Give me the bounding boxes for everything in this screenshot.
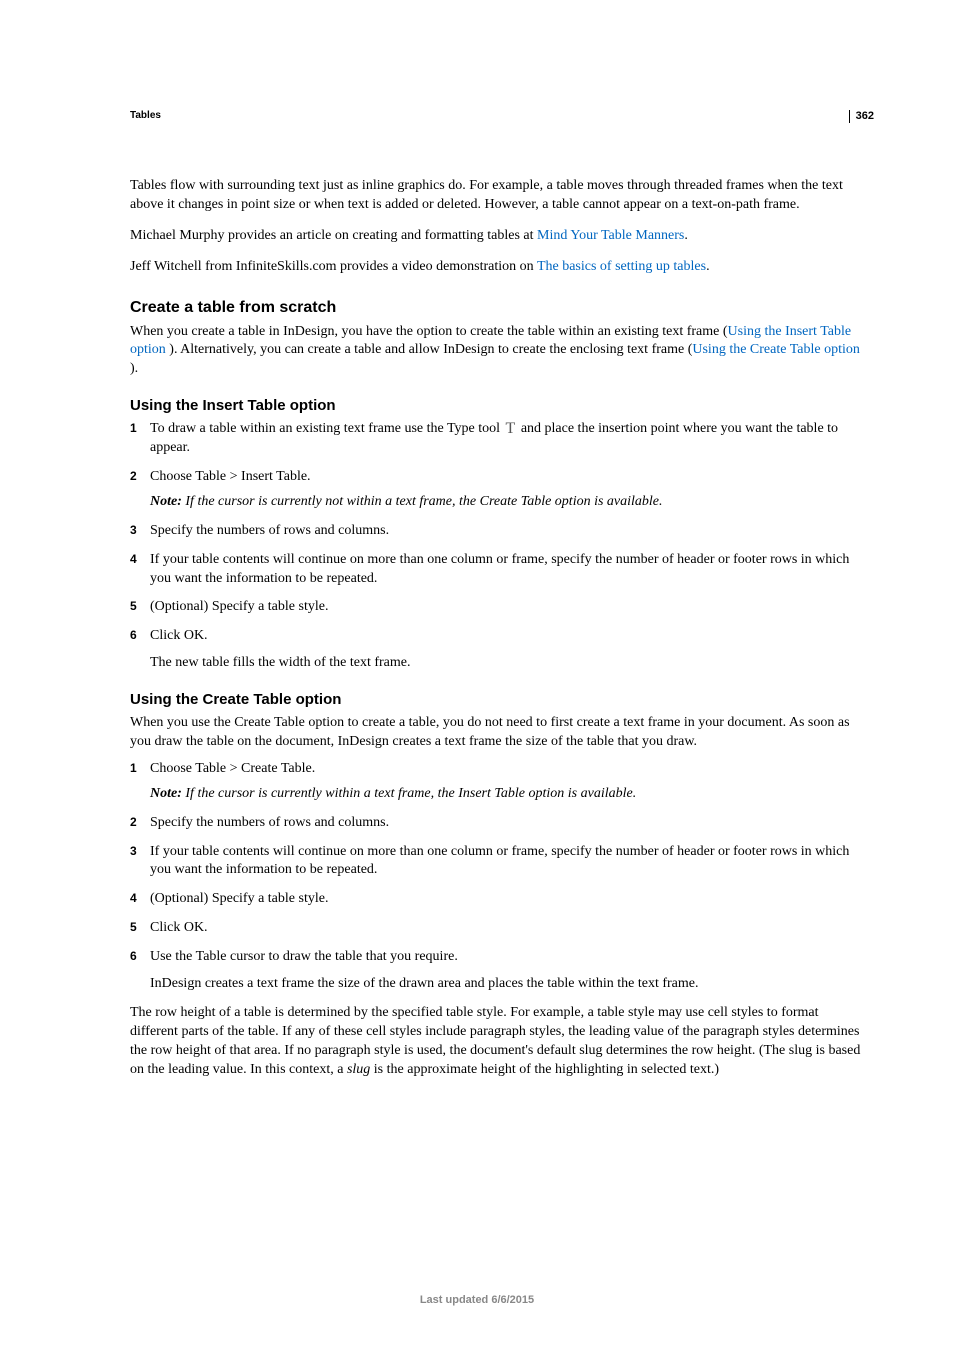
heading-using-insert-table: Using the Insert Table option — [130, 397, 864, 414]
create-table-intro: When you use the Create Table option to … — [130, 714, 864, 752]
text: is the approximate height of the highlig… — [370, 1062, 719, 1077]
heading-using-create-table: Using the Create Table option — [130, 691, 864, 708]
text: Michael Murphy provides an article on cr… — [130, 228, 537, 243]
page-number: 362 — [849, 110, 874, 123]
step-4: (Optional) Specify a table style. — [130, 890, 864, 909]
term-slug: slug — [347, 1062, 370, 1077]
text: Choose Table > Insert Table. — [150, 469, 311, 484]
running-head: Tables — [130, 110, 864, 121]
step-6-after: The new table fills the width of the tex… — [150, 654, 864, 673]
note-text: If the cursor is currently not within a … — [185, 494, 662, 509]
step-1: To draw a table within an existing text … — [130, 420, 864, 458]
link-basics-of-setting-up-tables[interactable]: The basics of setting up tables — [537, 259, 706, 274]
step-3: Specify the numbers of rows and columns. — [130, 522, 864, 541]
intro-paragraph-2: Michael Murphy provides an article on cr… — [130, 227, 864, 246]
intro-paragraph-1: Tables flow with surrounding text just a… — [130, 177, 864, 215]
step-5: Click OK. — [130, 919, 864, 938]
footer-last-updated: Last updated 6/6/2015 — [0, 1294, 954, 1306]
create-table-steps: Choose Table > Create Table. Note: If th… — [130, 760, 864, 994]
insert-table-steps: To draw a table within an existing text … — [130, 420, 864, 673]
text: Click OK. — [150, 628, 208, 643]
text: ). Alternatively, you can create a table… — [169, 342, 692, 357]
text: . — [706, 259, 710, 274]
text: Choose Table > Create Table. — [150, 761, 315, 776]
step-5: (Optional) Specify a table style. — [130, 598, 864, 617]
step-1: Choose Table > Create Table. Note: If th… — [130, 760, 864, 804]
heading-create-from-scratch: Create a table from scratch — [130, 299, 864, 317]
note-label: Note: — [150, 494, 185, 509]
step-2: Choose Table > Insert Table. Note: If th… — [130, 468, 864, 512]
step-6-after: InDesign creates a text frame the size o… — [150, 975, 864, 994]
link-mind-your-table-manners[interactable]: Mind Your Table Manners — [537, 228, 684, 243]
step-6: Click OK. The new table fills the width … — [130, 627, 864, 673]
type-tool-icon: T — [504, 421, 518, 437]
note: Note: If the cursor is currently within … — [150, 785, 864, 804]
step-3: If your table contents will continue on … — [130, 843, 864, 881]
create-from-scratch-body: When you create a table in InDesign, you… — [130, 323, 864, 380]
note: Note: If the cursor is currently not wit… — [150, 493, 864, 512]
step-6: Use the Table cursor to draw the table t… — [130, 948, 864, 994]
step-4: If your table contents will continue on … — [130, 551, 864, 589]
text: ). — [130, 361, 138, 376]
text: . — [684, 228, 688, 243]
link-using-create-table-option[interactable]: Using the Create Table option — [692, 342, 860, 357]
text: To draw a table within an existing text … — [150, 421, 504, 436]
text: Use the Table cursor to draw the table t… — [150, 949, 458, 964]
intro-paragraph-3: Jeff Witchell from InfiniteSkills.com pr… — [130, 258, 864, 277]
closing-paragraph: The row height of a table is determined … — [130, 1004, 864, 1080]
step-2: Specify the numbers of rows and columns. — [130, 814, 864, 833]
page: 362 Tables Tables flow with surrounding … — [0, 0, 954, 1350]
note-text: If the cursor is currently within a text… — [185, 786, 636, 801]
text: When you create a table in InDesign, you… — [130, 324, 728, 339]
note-label: Note: — [150, 786, 185, 801]
text: Jeff Witchell from InfiniteSkills.com pr… — [130, 259, 537, 274]
